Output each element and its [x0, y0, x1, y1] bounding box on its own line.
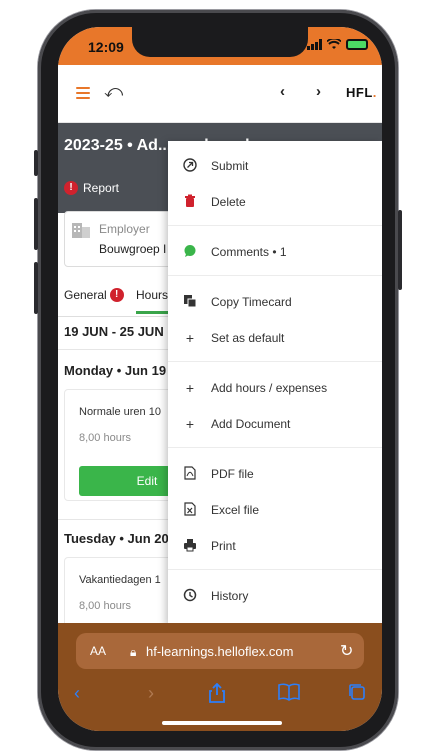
employer-card: Employer Bouwgroep I — [64, 211, 174, 267]
hamburger-menu-icon[interactable] — [76, 87, 90, 99]
plus-icon: + — [185, 330, 195, 346]
chevron-right-icon[interactable]: › — [316, 83, 321, 100]
warning-icon: ! — [64, 181, 78, 195]
menu-separator — [168, 447, 382, 448]
history-icon — [182, 588, 198, 604]
print-icon — [182, 538, 198, 554]
signal-icon — [307, 39, 322, 50]
trash-icon — [182, 194, 198, 210]
copy-icon — [182, 294, 198, 310]
plus-icon: + — [185, 380, 195, 396]
menu-item-print[interactable]: Print — [168, 531, 382, 561]
menu-item-label: Add Document — [211, 417, 291, 431]
report-label: Report — [83, 181, 120, 195]
submit-icon — [182, 158, 198, 174]
bookmarks-icon[interactable] — [278, 683, 300, 706]
menu-item-submit[interactable]: Submit — [168, 151, 382, 181]
browser-bottom-bar: ‹ › — [58, 682, 382, 713]
tab-general-label: General — [64, 288, 107, 302]
week-range: 19 JUN - 25 JUN — [64, 324, 164, 339]
battery-icon — [346, 39, 368, 50]
pdf-icon — [182, 466, 198, 482]
menu-separator — [168, 225, 382, 226]
building-icon — [72, 223, 90, 238]
tab-hours[interactable]: Hours — [136, 288, 168, 302]
back-icon[interactable]: ‹ — [74, 683, 80, 704]
volume-down-button — [34, 262, 38, 314]
menu-separator — [168, 569, 382, 570]
entry-title: Normale uren 10 — [79, 406, 161, 418]
tabs-icon[interactable] — [348, 683, 366, 706]
menu-item-copy-timecard[interactable]: Copy Timecard — [168, 287, 382, 317]
entry-title: Vakantiedagen 1 — [79, 574, 161, 586]
status-icons — [307, 39, 368, 50]
day-heading: Monday • Jun 19 — [64, 363, 167, 378]
mute-switch — [34, 150, 38, 176]
chevron-left-icon[interactable]: ‹ — [280, 83, 285, 100]
app-logo: HFL. — [346, 85, 377, 100]
menu-item-label: Delete — [211, 195, 246, 209]
menu-item-excel-file[interactable]: Excel file — [168, 495, 382, 525]
menu-item-label: Add hours / expenses — [211, 381, 328, 395]
status-time: 12:09 — [88, 39, 124, 55]
menu-item-add-document[interactable]: + Add Document — [168, 409, 382, 439]
excel-icon — [182, 502, 198, 518]
comment-icon — [182, 244, 198, 260]
reload-icon[interactable]: ↻ — [340, 641, 353, 661]
menu-item-set-as-default[interactable]: + Set as default — [168, 323, 382, 353]
menu-item-comments[interactable]: Comments • 1 — [168, 237, 382, 267]
phone-screen: 12:09 ⤺ ‹ › HFL. 2023-25 • Ad... medewer… — [58, 27, 382, 731]
browser-toolbar: AA 🔒︎ hf-learnings.helloflex.com ↻ ‹ › — [58, 623, 382, 731]
entry-hours: 8,00 hours — [79, 600, 131, 612]
home-indicator — [162, 721, 282, 725]
text-size-button[interactable]: AA — [90, 644, 106, 658]
wifi-icon — [327, 39, 341, 49]
app-navbar: ⤺ ‹ › HFL. — [58, 65, 382, 123]
volume-up-button — [34, 198, 38, 250]
menu-item-label: Comments • 1 — [211, 245, 287, 259]
menu-item-label: Set as default — [211, 331, 285, 345]
menu-item-label: History — [211, 589, 249, 603]
menu-item-label: PDF file — [211, 467, 254, 481]
menu-item-label: Excel file — [211, 503, 260, 517]
menu-item-delete[interactable]: Delete — [168, 187, 382, 217]
menu-item-pdf-file[interactable]: PDF file — [168, 459, 382, 489]
url-text: hf-learnings.helloflex.com — [146, 644, 294, 659]
actions-menu: Submit Delete Comments • 1 Copy Timecard… — [168, 141, 382, 625]
employer-value: Bouwgroep I — [99, 242, 167, 256]
menu-item-label: Submit — [211, 159, 249, 173]
tab-general[interactable]: General ! — [64, 288, 124, 302]
lock-icon: 🔒︎ — [130, 645, 137, 659]
plus-icon: + — [185, 416, 195, 432]
employer-label: Employer — [99, 222, 150, 236]
notch — [132, 27, 308, 57]
menu-separator — [168, 275, 382, 276]
back-arrow-icon[interactable]: ⤺ — [104, 81, 123, 102]
address-bar[interactable]: AA 🔒︎ hf-learnings.helloflex.com ↻ — [76, 633, 364, 669]
warning-icon: ! — [109, 288, 124, 302]
report-status[interactable]: ! Report — [64, 181, 119, 195]
forward-icon[interactable]: › — [148, 683, 154, 704]
status-bar: 12:09 — [58, 27, 382, 65]
entry-hours: 8,00 hours — [79, 432, 131, 444]
menu-item-add-hours-expenses[interactable]: + Add hours / expenses — [168, 373, 382, 403]
menu-item-label: Print — [211, 539, 236, 553]
menu-item-label: Copy Timecard — [211, 295, 292, 309]
share-icon[interactable] — [208, 682, 226, 708]
menu-item-history[interactable]: History — [168, 581, 382, 611]
day-heading: Tuesday • Jun 20 — [64, 531, 169, 546]
power-button — [398, 210, 402, 290]
menu-separator — [168, 361, 382, 362]
